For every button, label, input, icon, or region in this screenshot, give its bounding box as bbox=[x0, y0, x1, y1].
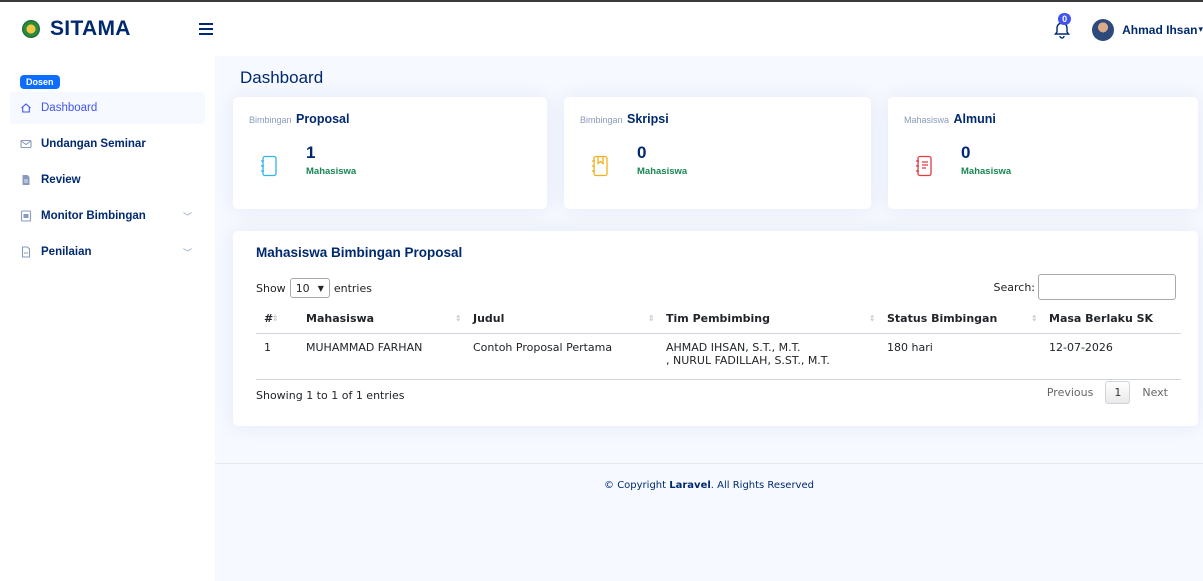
sidebar-item-dashboard[interactable]: Dashboard bbox=[10, 92, 205, 124]
card-count: 0 bbox=[961, 143, 971, 162]
sort-icon: ⇕ bbox=[869, 314, 876, 323]
cell-masa-berlaku: 12-07-2026 bbox=[1041, 333, 1181, 380]
sidebar-item-label: Review bbox=[41, 174, 81, 186]
sort-icon: ⇕ bbox=[1031, 314, 1038, 323]
sidebar-item-label: Monitor Bimbingan bbox=[41, 210, 146, 222]
card-count: 1 bbox=[306, 143, 316, 162]
table-title: Mahasiswa Bimbingan Proposal bbox=[256, 245, 463, 260]
brand[interactable]: SITAMA bbox=[0, 17, 215, 41]
sidebar-item-label: Penilaian bbox=[41, 246, 92, 258]
sort-icon: ⇕ bbox=[272, 314, 279, 323]
column-header-no[interactable]: # ⇕ bbox=[256, 305, 298, 334]
cell-pembimbing: AHMAD IHSAN, S.T., M.T. , NURUL FADILLAH… bbox=[658, 333, 879, 380]
file-text-icon bbox=[20, 174, 32, 186]
journal-bookmark-icon bbox=[591, 155, 609, 177]
card-title: Mahasiswa Almuni bbox=[904, 112, 996, 126]
next-button[interactable]: Next bbox=[1134, 386, 1176, 399]
table-header-row: # ⇕ Mahasiswa ⇕ Judul ⇕ Tim Pembimbing ⇕ Sta… bbox=[256, 305, 1181, 334]
sort-icon: ⇕ bbox=[648, 314, 655, 323]
data-table: # ⇕ Mahasiswa ⇕ Judul ⇕ Tim Pembimbing ⇕ Sta… bbox=[256, 305, 1181, 380]
cell-mahasiswa: MUHAMMAD FARHAN bbox=[298, 333, 465, 380]
header-right: 0 Ahmad Ihsan ▾ bbox=[1052, 2, 1203, 58]
user-name[interactable]: Ahmad Ihsan bbox=[1122, 23, 1197, 37]
notification-badge: 0 bbox=[1058, 13, 1072, 25]
card-title: Bimbingan Skripsi bbox=[580, 112, 669, 126]
card-skripsi: Bimbingan Skripsi 0 Mahasiswa bbox=[564, 97, 871, 209]
avatar[interactable] bbox=[1092, 19, 1115, 41]
table-info: Showing 1 to 1 of 1 entries bbox=[256, 389, 405, 402]
column-header-judul[interactable]: ⇕ Judul bbox=[455, 305, 658, 334]
chevron-down-icon: ﹀ bbox=[183, 212, 193, 223]
file-icon bbox=[20, 246, 32, 258]
column-header-masa-berlaku[interactable]: ⇕ Masa Berlaku SK bbox=[1031, 305, 1181, 334]
sidebar-item-monitor-bimbingan[interactable]: Monitor Bimbingan ﹀ bbox=[10, 200, 205, 232]
house-icon bbox=[20, 102, 32, 114]
column-header-tim-pembimbing[interactable]: ⇕ Tim Pembimbing bbox=[648, 305, 879, 334]
search-input[interactable] bbox=[1038, 274, 1176, 300]
menu-toggle-icon[interactable] bbox=[198, 20, 213, 38]
sidebar: Dosen Dashboard Undangan Seminar Review … bbox=[0, 56, 215, 581]
column-header-status[interactable]: ⇕ Status Bimbingan bbox=[869, 305, 1041, 334]
search-label: Search: bbox=[993, 280, 1036, 294]
sidebar-item-label: Undangan Seminar bbox=[41, 138, 146, 150]
chart-doc-icon bbox=[20, 210, 32, 222]
chevron-down-icon[interactable]: ▾ bbox=[1198, 25, 1203, 35]
column-header-mahasiswa[interactable]: Mahasiswa bbox=[298, 305, 465, 334]
page-button-1[interactable]: 1 bbox=[1105, 381, 1131, 404]
card-count: 0 bbox=[637, 143, 647, 162]
sidebar-item-label: Dashboard bbox=[41, 102, 98, 114]
cell-status: 180 hari bbox=[879, 333, 1041, 380]
card-unit: Mahasiswa bbox=[306, 166, 357, 177]
card-proposal: Bimbingan Proposal 1 Mahasiswa bbox=[233, 97, 547, 209]
main-content: Dashboard Bimbingan Proposal 1 Mahasiswa… bbox=[215, 56, 1203, 581]
card-unit: Mahasiswa bbox=[961, 166, 1012, 177]
pagination: Previous 1 Next bbox=[1039, 381, 1176, 404]
chevron-down-icon: ﹀ bbox=[183, 248, 193, 259]
footer: © Copyright Laravel. All Rights Reserved bbox=[215, 463, 1203, 491]
chevron-down-icon: ▼ bbox=[317, 283, 324, 293]
top-header: SITAMA 0 Ahmad Ihsan ▾ bbox=[0, 0, 1203, 56]
table-row: 1 MUHAMMAD FARHAN Contoh Proposal Pertam… bbox=[256, 333, 1181, 380]
envelope-icon bbox=[20, 138, 32, 150]
entries-select[interactable]: 10 ▼ bbox=[289, 278, 330, 298]
app-root: SITAMA 0 Ahmad Ihsan ▾ Dosen Dashboard U… bbox=[0, 0, 1203, 581]
page-title: Dashboard bbox=[240, 68, 324, 87]
journal-text-icon bbox=[915, 155, 933, 177]
card-almuni: Mahasiswa Almuni 0 Mahasiswa bbox=[888, 97, 1198, 209]
notebook-icon bbox=[260, 155, 278, 177]
notification-bell[interactable]: 0 bbox=[1052, 13, 1072, 40]
card-title: Bimbingan Proposal bbox=[249, 112, 350, 126]
table-card: Mahasiswa Bimbingan Proposal Show 10 ▼ e… bbox=[233, 231, 1198, 426]
sidebar-item-undangan-seminar[interactable]: Undangan Seminar bbox=[10, 128, 205, 160]
show-entries: Show 10 ▼ entries bbox=[256, 278, 372, 298]
cell-judul: Contoh Proposal Pertama bbox=[465, 333, 658, 380]
card-unit: Mahasiswa bbox=[637, 166, 688, 177]
brand-name: SITAMA bbox=[50, 17, 131, 40]
footer-brand-link[interactable]: Laravel bbox=[669, 480, 711, 491]
logo-icon bbox=[22, 20, 40, 38]
search-wrap: Search: bbox=[993, 274, 1176, 300]
sidebar-item-review[interactable]: Review bbox=[10, 164, 205, 196]
sort-icon: ⇕ bbox=[455, 314, 462, 323]
cell-no: 1 bbox=[256, 333, 298, 380]
role-badge: Dosen bbox=[20, 75, 60, 89]
previous-button[interactable]: Previous bbox=[1039, 386, 1102, 399]
sidebar-item-penilaian[interactable]: Penilaian ﹀ bbox=[10, 236, 205, 268]
